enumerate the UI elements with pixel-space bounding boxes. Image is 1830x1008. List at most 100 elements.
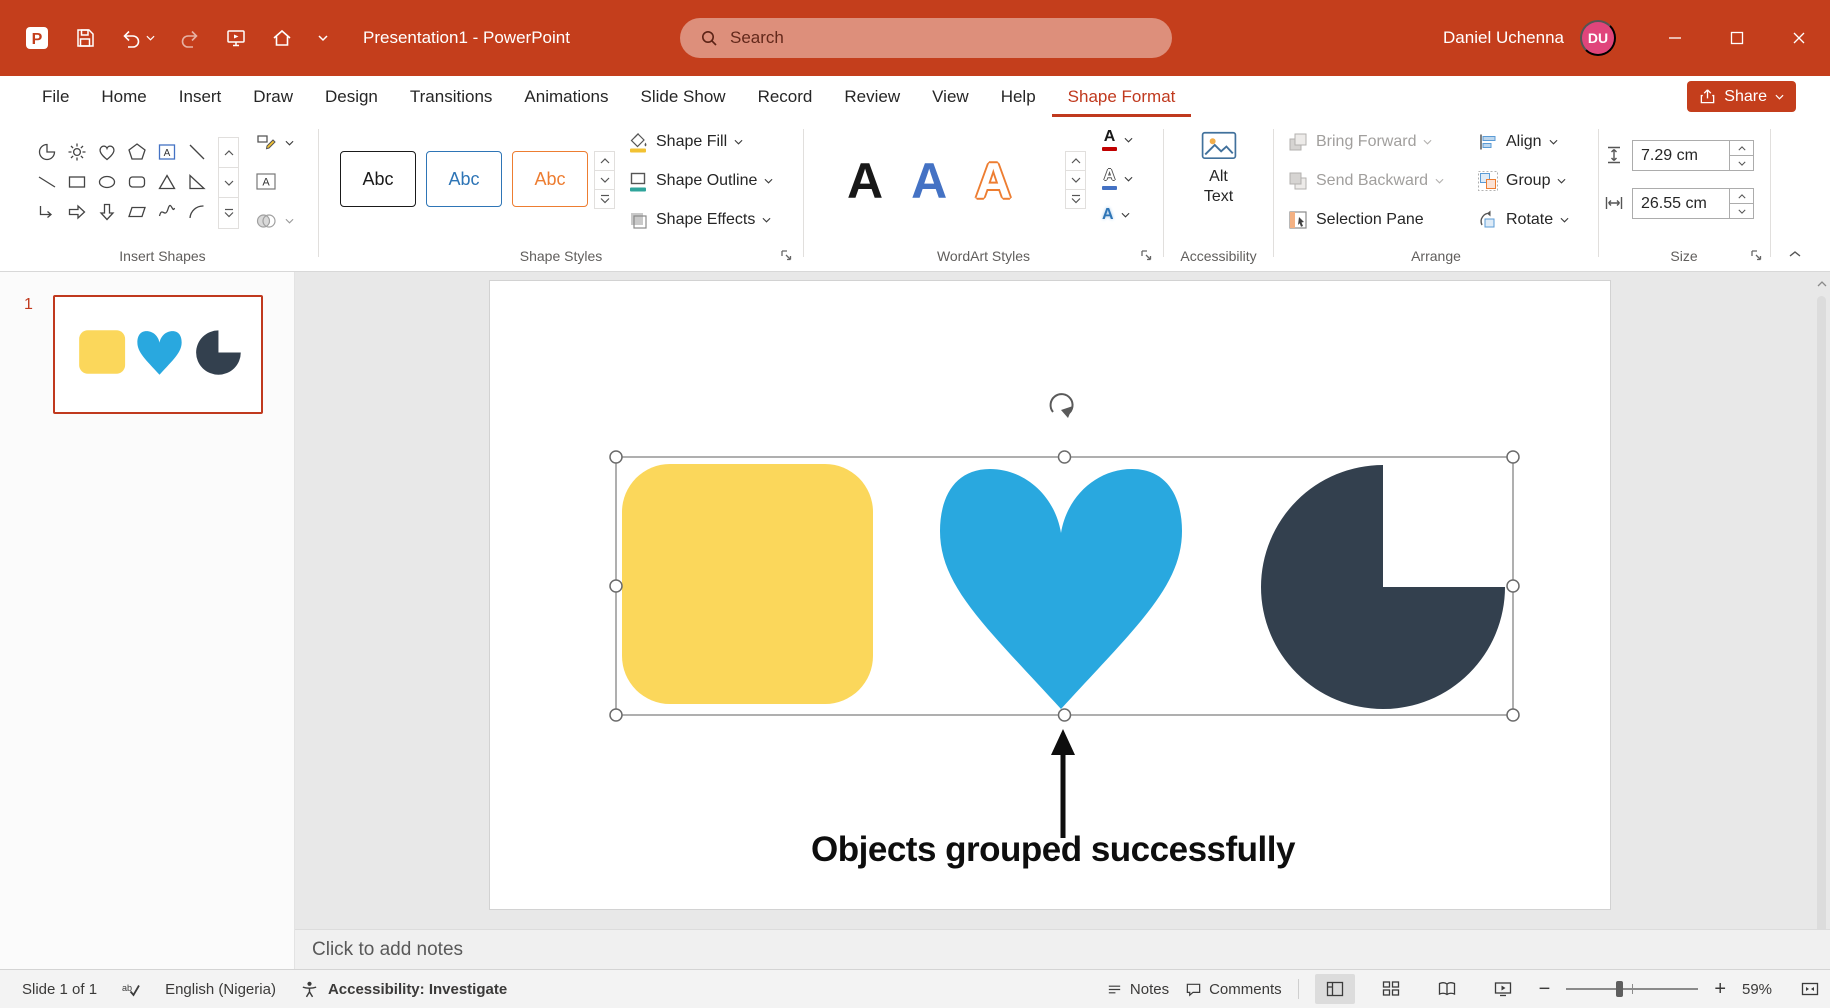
group-objects-button[interactable]: Group	[1477, 170, 1566, 192]
wordart-preview-1[interactable]: A	[847, 156, 883, 206]
tab-home[interactable]: Home	[85, 76, 162, 117]
shape-arrow-down-icon[interactable]	[92, 197, 122, 227]
shape-rounded-rectangle-icon[interactable]	[122, 167, 152, 197]
tab-animations[interactable]: Animations	[508, 76, 624, 117]
spellcheck-button[interactable]: ab	[121, 979, 141, 999]
rounded-square-shape[interactable]	[622, 464, 873, 704]
shape-style-preview-3[interactable]: Abc	[512, 151, 588, 207]
merge-shapes-button[interactable]	[254, 209, 294, 233]
shape-flowchart-icon[interactable]	[122, 197, 152, 227]
user-avatar[interactable]: DU	[1580, 20, 1616, 56]
maximize-button[interactable]	[1706, 0, 1768, 76]
annotation-text[interactable]: Objects grouped successfully	[758, 830, 1348, 870]
tab-transitions[interactable]: Transitions	[394, 76, 509, 117]
styles-scroll-up-button[interactable]	[595, 152, 614, 171]
shape-textbox-icon[interactable]: A	[152, 137, 182, 167]
shape-rectangle-icon[interactable]	[62, 167, 92, 197]
zoom-percentage[interactable]: 59%	[1742, 981, 1784, 998]
wordart-scroll-up-button[interactable]	[1066, 152, 1085, 171]
shape-style-preview-1[interactable]: Abc	[340, 151, 416, 207]
shape-styles-dialog-launcher[interactable]	[778, 248, 794, 264]
tab-record[interactable]: Record	[742, 76, 829, 117]
zoom-in-button[interactable]: +	[1714, 979, 1726, 999]
tab-design[interactable]: Design	[309, 76, 394, 117]
start-slideshow-button[interactable]	[225, 27, 247, 49]
quick-access-toolbar-button[interactable]	[317, 34, 329, 42]
pie-shape[interactable]	[1261, 465, 1505, 709]
home-button[interactable]	[271, 27, 293, 49]
shape-arc-icon[interactable]	[182, 197, 212, 227]
redo-button[interactable]	[179, 27, 201, 49]
save-button[interactable]	[74, 27, 96, 49]
share-button[interactable]: Share	[1687, 81, 1796, 112]
align-button[interactable]: Align	[1477, 131, 1558, 153]
shape-elbow-arrow-icon[interactable]	[32, 197, 62, 227]
tab-draw[interactable]: Draw	[237, 76, 309, 117]
shape-arrow-right-icon[interactable]	[62, 197, 92, 227]
language-button[interactable]: English (Nigeria)	[165, 981, 276, 998]
rotate-button[interactable]: Rotate	[1477, 209, 1569, 231]
styles-scroll-down-button[interactable]	[595, 171, 614, 190]
slide-1-thumbnail[interactable]	[53, 295, 263, 414]
shape-right-triangle-icon[interactable]	[182, 167, 212, 197]
height-step-down-button[interactable]	[1730, 156, 1753, 170]
tab-shape-format[interactable]: Shape Format	[1052, 76, 1192, 117]
wordart-preview-2[interactable]: A	[911, 156, 947, 206]
text-effects-button[interactable]: A	[1102, 207, 1130, 223]
text-fill-button[interactable]: A	[1102, 129, 1133, 151]
height-step-up-button[interactable]	[1730, 141, 1753, 156]
shape-pentagon-icon[interactable]	[122, 137, 152, 167]
shape-height-input[interactable]	[1633, 141, 1729, 170]
styles-more-button[interactable]	[595, 190, 614, 208]
shape-width-input[interactable]	[1633, 189, 1729, 218]
rotation-handle[interactable]	[1051, 394, 1073, 418]
selection-pane-button[interactable]: Selection Pane	[1287, 209, 1424, 231]
width-step-down-button[interactable]	[1730, 204, 1753, 218]
search-box[interactable]	[680, 18, 1172, 58]
wordart-more-button[interactable]	[1066, 190, 1085, 208]
wordart-dialog-launcher[interactable]	[1138, 248, 1154, 264]
send-backward-button[interactable]: Send Backward	[1287, 170, 1444, 192]
shape-triangle-icon[interactable]	[152, 167, 182, 197]
heart-shape[interactable]	[940, 469, 1182, 709]
shape-style-preview-2[interactable]: Abc	[426, 151, 502, 207]
shape-oval-icon[interactable]	[92, 167, 122, 197]
wordart-preview-3[interactable]: A	[975, 156, 1011, 206]
shape-line2-icon[interactable]	[32, 167, 62, 197]
shape-line-icon[interactable]	[182, 137, 212, 167]
zoom-slider[interactable]	[1566, 988, 1698, 990]
zoom-out-button[interactable]: −	[1539, 979, 1551, 999]
undo-button[interactable]	[120, 27, 155, 49]
text-outline-button[interactable]: A	[1102, 168, 1133, 190]
shape-pie-icon[interactable]	[32, 137, 62, 167]
shape-effects-button[interactable]: Shape Effects	[627, 209, 771, 231]
comments-button[interactable]: Comments	[1185, 981, 1282, 998]
zoom-slider-thumb[interactable]	[1616, 981, 1623, 997]
close-button[interactable]	[1768, 0, 1830, 76]
shape-heart-icon[interactable]	[92, 137, 122, 167]
text-box-button[interactable]: A	[254, 170, 278, 194]
gallery-more-button[interactable]	[219, 198, 238, 228]
shape-scribble-icon[interactable]	[152, 197, 182, 227]
minimize-button[interactable]	[1644, 0, 1706, 76]
search-input[interactable]	[730, 28, 1110, 48]
vertical-scrollbar[interactable]	[1814, 276, 1829, 967]
scroll-up-button[interactable]	[1814, 276, 1829, 292]
alt-text-button[interactable]: Alt Text	[1167, 131, 1270, 207]
shape-fill-button[interactable]: Shape Fill	[627, 131, 743, 153]
bring-forward-button[interactable]: Bring Forward	[1287, 131, 1432, 153]
shape-outline-button[interactable]: Shape Outline	[627, 170, 773, 192]
gallery-scroll-up-button[interactable]	[219, 138, 238, 168]
tab-review[interactable]: Review	[828, 76, 916, 117]
fit-to-window-button[interactable]	[1800, 979, 1820, 999]
slideshow-view-button[interactable]	[1483, 974, 1523, 1004]
tab-slide-show[interactable]: Slide Show	[625, 76, 742, 117]
width-step-up-button[interactable]	[1730, 189, 1753, 204]
tab-view[interactable]: View	[916, 76, 985, 117]
edit-shape-button[interactable]	[254, 131, 294, 155]
notes-toggle-button[interactable]: Notes	[1106, 981, 1169, 998]
slide-sorter-view-button[interactable]	[1371, 974, 1411, 1004]
notes-pane[interactable]: Click to add notes	[295, 929, 1830, 969]
wordart-scroll-down-button[interactable]	[1066, 171, 1085, 190]
normal-view-button[interactable]	[1315, 974, 1355, 1004]
